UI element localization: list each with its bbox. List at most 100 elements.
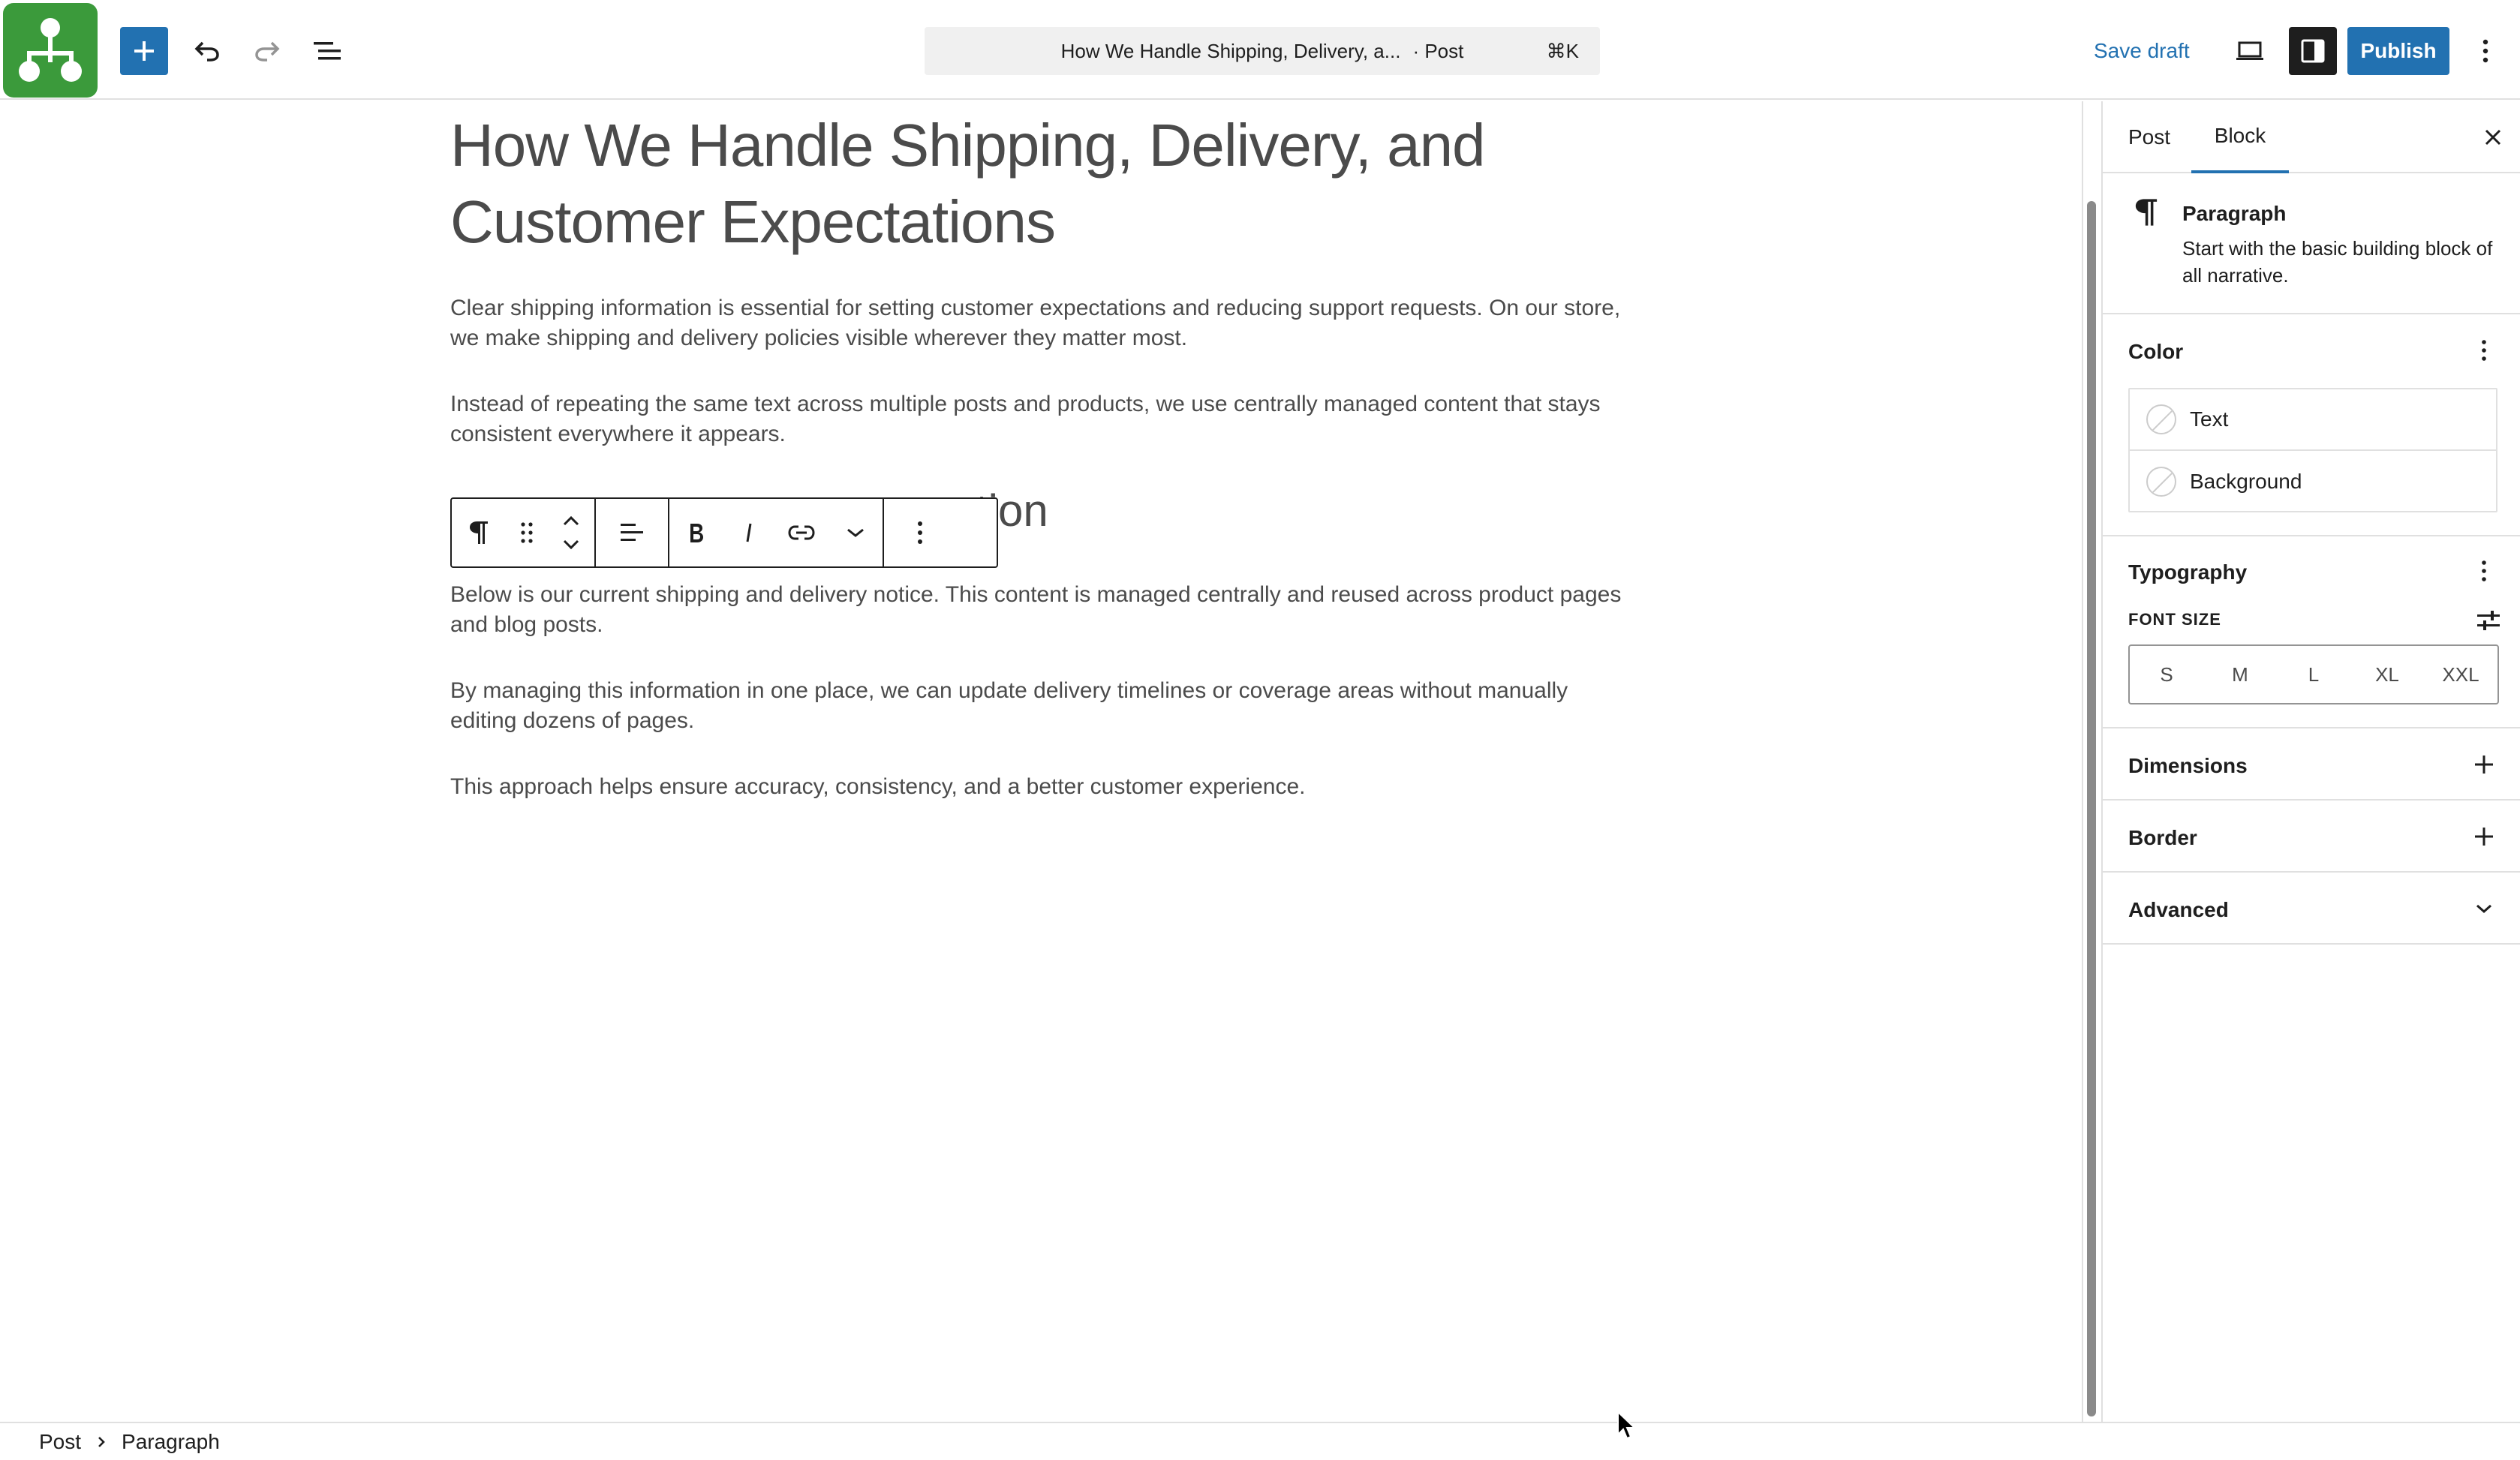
paragraph-block-selected[interactable]: Below is our current shipping and delive…: [450, 580, 1636, 640]
document-overview-button[interactable]: [303, 27, 351, 75]
text-color-item[interactable]: Text: [2130, 389, 2496, 451]
document-type: · Post: [1412, 39, 1464, 62]
border-add-button[interactable]: [2466, 819, 2502, 855]
empty-swatch-icon: [2146, 467, 2176, 497]
font-size-label: FONT SIZE: [2128, 610, 2221, 629]
publish-button[interactable]: Publish: [2347, 27, 2449, 75]
site-logo-button[interactable]: [3, 3, 98, 98]
plus-icon: [2475, 828, 2493, 846]
font-size-option-m[interactable]: M: [2210, 663, 2270, 686]
divider: [2103, 871, 2520, 873]
block-toolbar-group-format: [669, 499, 884, 566]
font-size-option-s[interactable]: S: [2137, 663, 2197, 686]
background-color-label: Background: [2190, 470, 2302, 493]
more-vertical-icon: [2482, 340, 2486, 361]
editor-canvas[interactable]: How We Handle Shipping, Delivery, and Cu…: [0, 101, 2082, 1422]
block-card-title: Paragraph: [2182, 202, 2287, 225]
block-toolbar: [450, 497, 998, 568]
close-sidebar-button[interactable]: [2475, 119, 2511, 155]
settings-sidebar: Post Block Paragraph Start with the basi…: [2101, 101, 2520, 1422]
empty-swatch-icon: [2146, 404, 2176, 434]
chevron-up-down-icon: [563, 515, 579, 550]
redo-icon: [255, 41, 280, 62]
block-breadcrumb-bar: Post Paragraph: [0, 1422, 2520, 1460]
drag-handle-icon: [521, 522, 533, 543]
settings-sliders-icon: [2477, 611, 2500, 630]
paragraph-block[interactable]: Instead of repeating the same text acros…: [450, 389, 1636, 449]
save-draft-button[interactable]: Save draft: [2094, 27, 2190, 75]
options-menu-button[interactable]: [2467, 27, 2503, 75]
paragraph-block[interactable]: Clear shipping information is essential …: [450, 293, 1636, 353]
font-size-option-xl[interactable]: XL: [2357, 663, 2417, 686]
sitemap-logo-icon: [19, 18, 82, 82]
document-title: How We Handle Shipping, Delivery, a...: [1060, 39, 1401, 62]
custom-font-size-button[interactable]: [2470, 602, 2506, 638]
font-size-picker: S M L XL XXL: [2128, 644, 2499, 704]
italic-button[interactable]: [723, 499, 774, 566]
list-view-icon: [314, 42, 341, 60]
bold-icon: [690, 524, 703, 542]
align-left-icon: [621, 524, 643, 541]
preview-button[interactable]: [2226, 27, 2274, 75]
chevron-down-icon: [847, 528, 864, 537]
more-vertical-icon: [2482, 39, 2488, 63]
divider: [2103, 535, 2520, 536]
paragraph-block[interactable]: By managing this information in one plac…: [450, 676, 1636, 736]
tab-block[interactable]: Block: [2191, 101, 2289, 173]
block-type-button[interactable]: [452, 499, 506, 566]
paragraph-icon: [2135, 199, 2158, 226]
bold-button[interactable]: [669, 499, 723, 566]
block-toolbar-group-options: [884, 499, 956, 566]
desktop-preview-icon: [2236, 41, 2263, 60]
sidebar-tabs: Post Block: [2103, 101, 2520, 173]
font-size-option-xxl[interactable]: XXL: [2431, 663, 2491, 686]
settings-toggle-button[interactable]: [2289, 27, 2337, 75]
paragraph-block[interactable]: This approach helps ensure accuracy, con…: [450, 772, 1636, 802]
breadcrumb-paragraph[interactable]: Paragraph: [122, 1430, 220, 1454]
command-palette-bar[interactable]: How We Handle Shipping, Delivery, a... ·…: [925, 27, 1600, 75]
link-button[interactable]: [774, 499, 828, 566]
color-options-button[interactable]: [2466, 332, 2502, 368]
dimensions-panel-title[interactable]: Dimensions: [2128, 754, 2248, 778]
block-card: Paragraph Start with the basic building …: [2103, 175, 2520, 314]
breadcrumb-post[interactable]: Post: [39, 1430, 81, 1454]
block-options-button[interactable]: [884, 499, 956, 566]
color-settings-list: Text Background: [2128, 388, 2497, 512]
typography-panel-title: Typography: [2128, 560, 2248, 584]
advanced-panel-title[interactable]: Advanced: [2128, 898, 2229, 922]
advanced-toggle-button[interactable]: [2466, 891, 2502, 927]
divider: [2103, 943, 2520, 945]
background-color-item[interactable]: Background: [2130, 451, 2496, 512]
border-panel-title[interactable]: Border: [2128, 826, 2197, 850]
divider: [2103, 727, 2520, 728]
link-icon: [788, 525, 815, 540]
drag-handle[interactable]: [506, 499, 548, 566]
redo-button[interactable]: [243, 27, 291, 75]
undo-icon: [194, 41, 219, 62]
block-card-description: Start with the basic building block of a…: [2182, 237, 2493, 287]
editor-scrollbar-thumb[interactable]: [2087, 201, 2096, 1416]
move-up-down-buttons[interactable]: [548, 499, 594, 566]
add-block-button[interactable]: [120, 27, 168, 75]
post-title[interactable]: How We Handle Shipping, Delivery, and Cu…: [450, 107, 1501, 260]
typography-options-button[interactable]: [2466, 553, 2502, 589]
dimensions-add-button[interactable]: [2466, 747, 2502, 783]
italic-icon: [746, 523, 752, 542]
command-shortcut: ⌘K: [1546, 39, 1579, 62]
color-panel-title: Color: [2128, 340, 2184, 363]
chevron-right-icon: [96, 1430, 107, 1454]
plus-icon: [2475, 756, 2493, 774]
divider: [2103, 799, 2520, 801]
plus-icon: [134, 41, 154, 61]
tab-post[interactable]: Post: [2128, 101, 2170, 173]
chevron-down-icon: [2476, 904, 2491, 914]
undo-button[interactable]: [183, 27, 231, 75]
block-toolbar-group-align: [596, 499, 669, 566]
align-text-button[interactable]: [596, 499, 668, 566]
editor-header: How We Handle Shipping, Delivery, a... ·…: [0, 0, 2520, 100]
more-formatting-button[interactable]: [828, 499, 883, 566]
text-color-label: Text: [2190, 407, 2229, 431]
font-size-option-l[interactable]: L: [2284, 663, 2344, 686]
more-vertical-icon: [2482, 560, 2486, 581]
sidebar-toggle-icon: [2301, 39, 2325, 63]
